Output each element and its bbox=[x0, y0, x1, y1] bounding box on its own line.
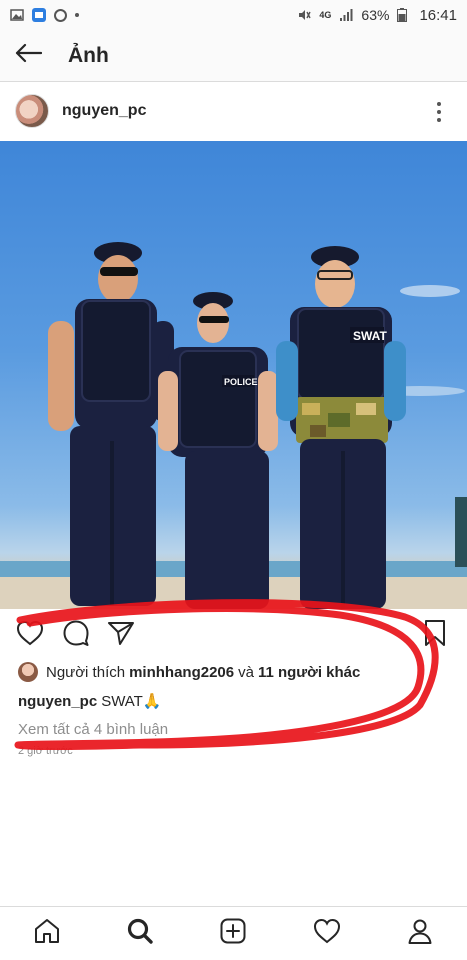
more-vertical-icon bbox=[437, 102, 441, 106]
more-dot bbox=[437, 110, 441, 114]
like-button[interactable] bbox=[15, 620, 45, 650]
photo-illustration: POLICE SWAT bbox=[0, 242, 467, 609]
app-notification-icon bbox=[32, 8, 46, 22]
gallery-notification-icon bbox=[10, 8, 24, 22]
circle-notification-icon bbox=[54, 8, 67, 22]
battery-percent: 63% bbox=[361, 7, 390, 23]
more-dot bbox=[437, 118, 441, 122]
person-right: SWAT bbox=[276, 246, 406, 609]
cloud bbox=[400, 285, 460, 297]
comment-button[interactable] bbox=[61, 620, 91, 650]
network-type: 4G bbox=[319, 10, 332, 20]
post-actions bbox=[0, 618, 467, 652]
post-caption: nguyen_pc SWAT🙏 bbox=[18, 692, 162, 710]
post-header: nguyen_pc bbox=[0, 88, 467, 134]
back-button[interactable] bbox=[2, 30, 54, 82]
battery-icon bbox=[397, 8, 411, 22]
vest-label-police: POLICE bbox=[224, 377, 258, 387]
save-button[interactable] bbox=[420, 619, 450, 652]
more-options-button[interactable] bbox=[429, 100, 449, 124]
likes-summary: Người thích minhhang2206 và 11 người khá… bbox=[18, 662, 458, 682]
heart-icon bbox=[16, 620, 44, 651]
tab-activity[interactable] bbox=[307, 914, 347, 954]
search-icon bbox=[126, 917, 154, 950]
tab-home[interactable] bbox=[27, 914, 67, 954]
likes-prefix: Người thích bbox=[46, 663, 126, 681]
person-left bbox=[48, 242, 174, 606]
tab-search[interactable] bbox=[120, 914, 160, 954]
likes-others[interactable]: 11 người khác bbox=[258, 664, 360, 681]
app-header: Ảnh bbox=[0, 30, 467, 82]
view-all-comments-link[interactable]: Xem tất cả 4 bình luận bbox=[18, 721, 168, 738]
more-notifications-icon bbox=[75, 13, 79, 17]
arrow-left-icon bbox=[14, 43, 43, 68]
tab-new-post[interactable] bbox=[213, 914, 253, 954]
status-bar: 4G 63% 16:41 bbox=[0, 0, 467, 30]
caption-text: SWAT🙏 bbox=[101, 693, 162, 710]
liker-username[interactable]: minhhang2206 bbox=[129, 664, 234, 681]
caption-username[interactable]: nguyen_pc bbox=[18, 693, 97, 710]
bottom-tab-bar bbox=[0, 906, 467, 960]
home-icon bbox=[33, 917, 61, 950]
post-photo[interactable]: POLICE SWAT bbox=[0, 141, 467, 609]
sign-post bbox=[455, 497, 467, 567]
clock: 16:41 bbox=[419, 6, 457, 24]
vest-label-swat: SWAT bbox=[353, 329, 387, 343]
comment-icon bbox=[62, 619, 90, 652]
mute-icon bbox=[297, 8, 312, 22]
add-post-icon bbox=[219, 917, 247, 950]
avatar[interactable] bbox=[15, 94, 49, 128]
liker-avatar[interactable] bbox=[18, 662, 38, 682]
profile-icon bbox=[406, 917, 434, 950]
share-button[interactable] bbox=[106, 620, 136, 650]
bookmark-icon bbox=[423, 619, 447, 652]
send-icon bbox=[107, 619, 135, 652]
tab-profile[interactable] bbox=[400, 914, 440, 954]
post-timestamp: 2 giờ trước bbox=[18, 745, 73, 757]
activity-heart-icon bbox=[313, 918, 341, 949]
page-title: Ảnh bbox=[68, 43, 109, 67]
likes-and: và bbox=[238, 663, 254, 681]
post-username[interactable]: nguyen_pc bbox=[62, 102, 146, 120]
signal-icon bbox=[339, 8, 353, 22]
